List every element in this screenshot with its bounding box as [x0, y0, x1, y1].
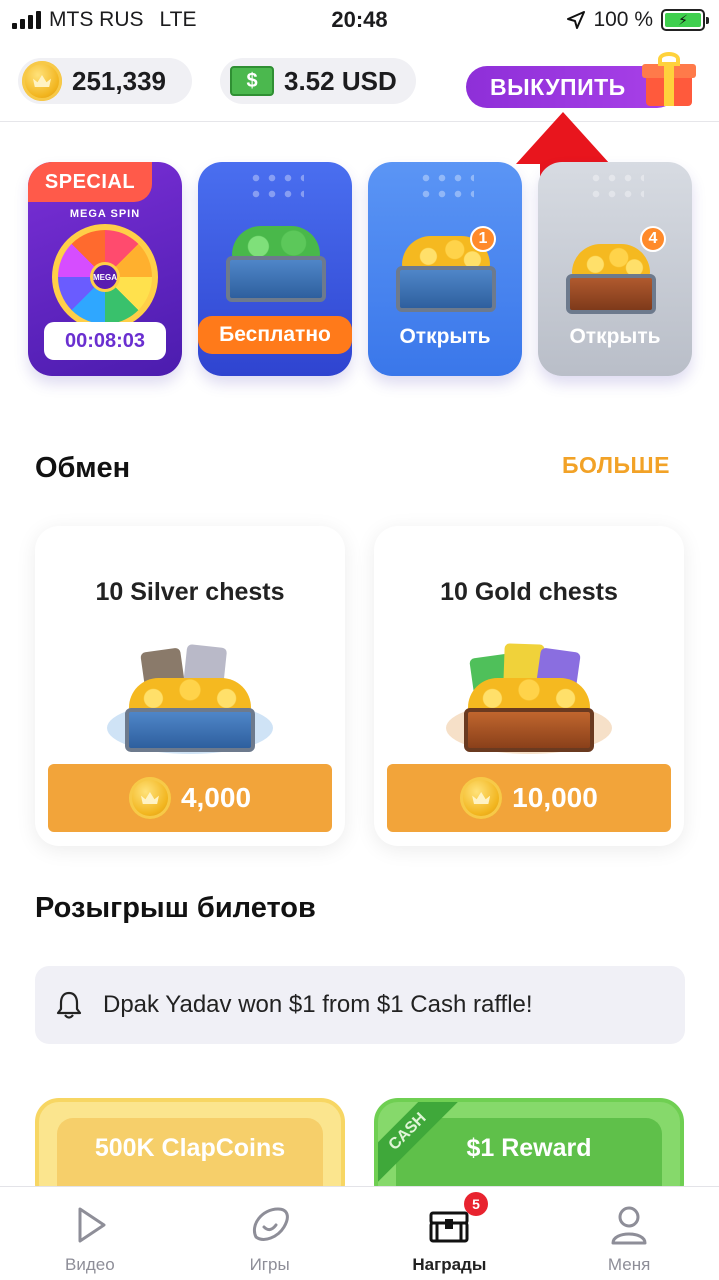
open-wood-chest-button[interactable]: Открыть	[538, 312, 692, 362]
buy-gold-chests-button[interactable]: 10,000	[387, 764, 671, 832]
coin-icon	[460, 777, 503, 819]
cash-icon: $	[230, 66, 274, 96]
dots-pattern	[248, 170, 304, 200]
wood-chest-count-badge: 4	[640, 226, 666, 252]
tab-rewards[interactable]: Награды	[360, 1187, 540, 1280]
dots-pattern	[418, 170, 474, 200]
battery-percent: 100 %	[593, 8, 653, 31]
spin-timer: 00:08:03	[44, 322, 166, 360]
price-label: 10,000	[512, 782, 598, 813]
silver-chest-count-badge: 1	[470, 226, 496, 252]
coin-icon	[22, 61, 62, 101]
tab-label: Награды	[412, 1255, 487, 1274]
coin-icon	[128, 777, 171, 819]
wheel-hub: MEGA	[90, 262, 120, 292]
exchange-card-silver[interactable]: 10 Silver chests 4,000	[35, 526, 345, 846]
tab-bar: Видео Игры Награды Меня	[0, 1186, 719, 1280]
status-bar: MTS RUS LTE 20:48 100 % ⚡	[0, 0, 719, 40]
exchange-card-title: 10 Silver chests	[95, 578, 285, 606]
tab-label: Видео	[65, 1255, 115, 1274]
profile-icon	[611, 1206, 647, 1245]
mega-spin-card[interactable]: SPECIAL MEGA SPIN MEGA 00:08:03	[28, 162, 182, 376]
dots-pattern	[588, 170, 644, 200]
buy-silver-chests-button[interactable]: 4,000	[48, 764, 332, 832]
tab-games[interactable]: Игры	[180, 1187, 360, 1280]
battery-icon: ⚡	[661, 9, 709, 31]
raffle-card-title: 500K ClapCoins	[94, 1134, 286, 1162]
open-silver-chest-button[interactable]: Открыть	[368, 312, 522, 362]
bell-icon	[56, 991, 82, 1019]
tab-video[interactable]: Видео	[0, 1187, 180, 1280]
tab-label: Меня	[607, 1255, 651, 1274]
free-chest-card[interactable]: Бесплатно	[198, 162, 352, 376]
status-right: 100 % ⚡	[567, 8, 709, 32]
cash-balance[interactable]: $ 3.52 USD	[220, 58, 416, 104]
gold-chest-icon	[446, 638, 612, 760]
location-arrow-icon	[567, 11, 586, 29]
exchange-card-title: 10 Gold chests	[440, 578, 618, 606]
silver-chest-card[interactable]: 1 Открыть	[368, 162, 522, 376]
wallet-header: 251,339 $ 3.52 USD ВЫКУПИТЬ	[0, 48, 719, 122]
raffle-notice: Dpak Yadav won $1 from $1 Cash raffle!	[35, 966, 685, 1044]
silver-chest-icon	[107, 638, 273, 760]
cash-chest-icon	[226, 226, 326, 306]
tab-label: Игры	[249, 1255, 290, 1274]
play-icon	[78, 1207, 106, 1243]
coin-balance[interactable]: 251,339	[18, 58, 192, 104]
redeem-button-label: ВЫКУПИТЬ	[490, 73, 626, 100]
special-tag: SPECIAL	[28, 162, 152, 202]
cash-balance-value: 3.52 USD	[284, 65, 397, 96]
free-chest-button[interactable]: Бесплатно	[198, 316, 352, 354]
raffle-card-title: $1 Reward	[466, 1134, 592, 1162]
raffle-notice-text: Dpak Yadav won $1 from $1 Cash raffle!	[103, 991, 533, 1018]
coin-balance-value: 251,339	[72, 65, 166, 96]
more-link[interactable]: БОЛЬШЕ	[562, 452, 670, 479]
tab-profile[interactable]: Меня	[539, 1187, 719, 1280]
game-icon	[252, 1207, 289, 1241]
exchange-title: Обмен	[35, 452, 131, 484]
raffle-title: Розыгрыш билетов	[35, 892, 316, 924]
mega-spin-label: MEGA SPIN	[69, 208, 141, 220]
price-label: 4,000	[180, 782, 252, 813]
rewards-badge: 5	[464, 1192, 488, 1216]
exchange-card-gold[interactable]: 10 Gold chests 10,000	[374, 526, 684, 846]
wood-chest-card[interactable]: 4 Открыть	[538, 162, 692, 376]
gift-icon[interactable]	[640, 52, 702, 110]
